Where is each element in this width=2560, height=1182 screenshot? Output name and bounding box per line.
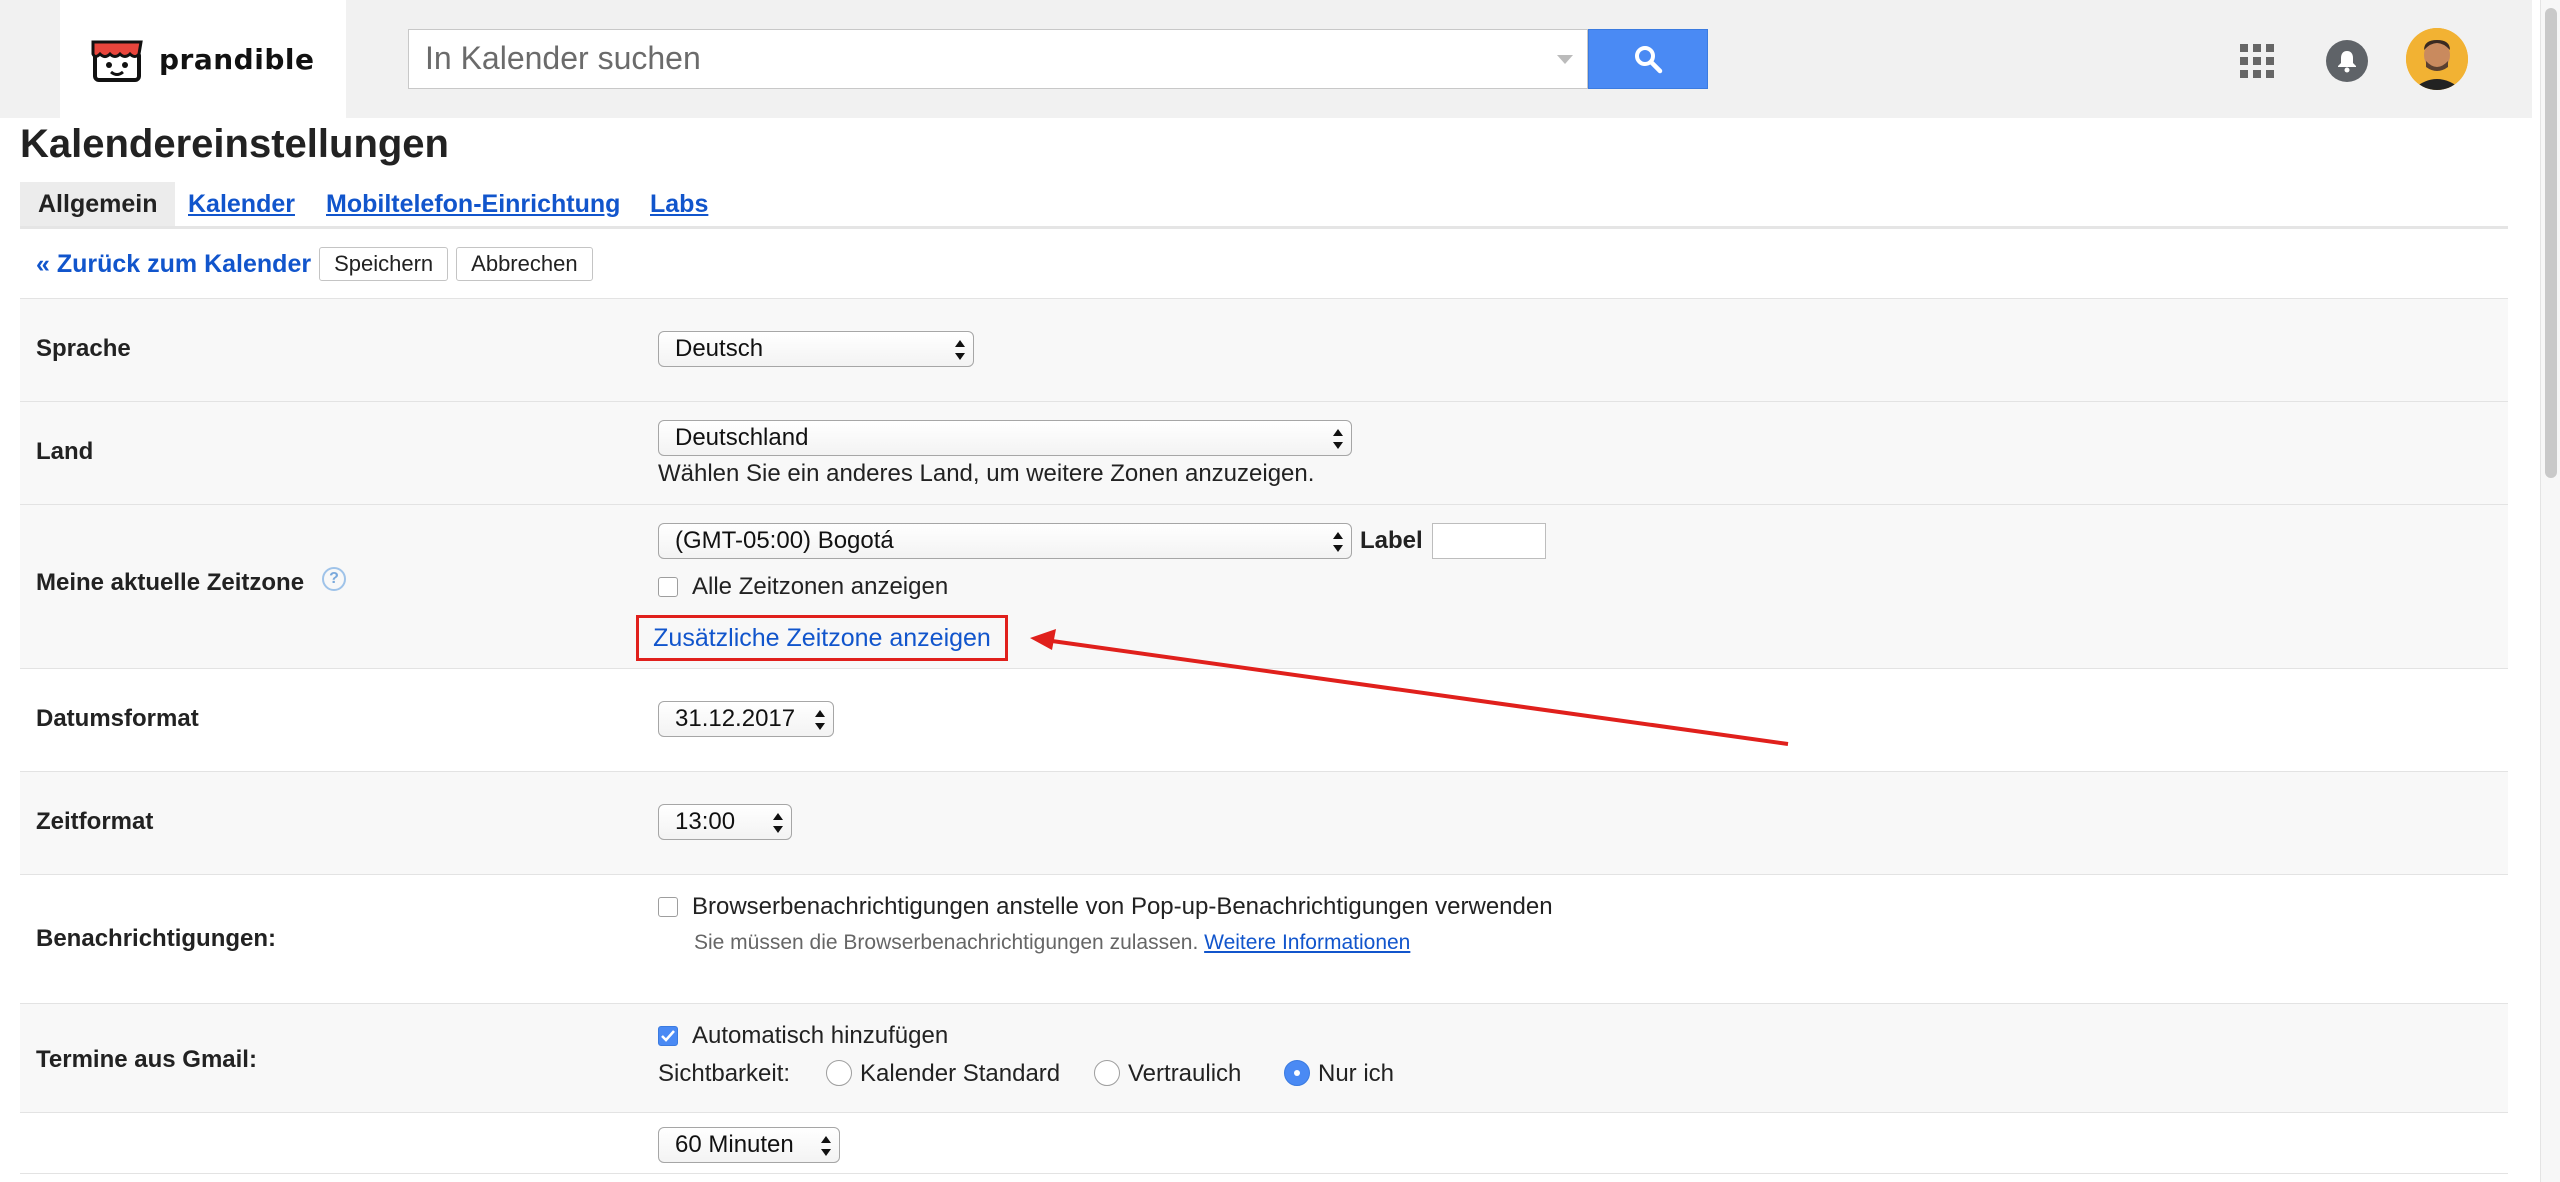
browser-notifications-label: Browserbenachrichtigungen anstelle von P… [692, 893, 1553, 920]
setting-row-time-format: Zeitformat 13:00 [20, 772, 2508, 875]
time-format-select[interactable]: 13:00 [658, 804, 792, 840]
visibility-radio-calendar-default[interactable] [826, 1060, 852, 1086]
back-to-calendar-link[interactable]: « Zurück zum Kalender [36, 250, 311, 279]
time-format-select-value: 13:00 [675, 808, 736, 835]
select-arrows-icon [821, 1136, 831, 1156]
visibility-radio-confidential[interactable] [1094, 1060, 1120, 1086]
search-input[interactable] [409, 30, 1525, 86]
save-button[interactable]: Speichern [319, 247, 449, 281]
visibility-radio-only-me[interactable] [1284, 1060, 1310, 1086]
top-bar: prandible [0, 0, 2532, 118]
visibility-option-label: Nur ich [1318, 1060, 1395, 1087]
show-all-timezones-label: Alle Zeitzonen anzeigen [692, 573, 949, 600]
logo[interactable]: prandible [60, 0, 346, 118]
timezone-select[interactable]: (GMT-05:00) Bogotá [658, 523, 1352, 559]
page-scrollbar[interactable] [2540, 0, 2560, 1182]
language-label: Sprache [36, 335, 131, 362]
tab-mobiltelefon-einrichtung[interactable]: Mobiltelefon-Einrichtung [326, 182, 620, 226]
settings-toolbar: « Zurück zum Kalender Speichern Abbreche… [36, 246, 601, 282]
select-arrows-icon [773, 813, 783, 833]
time-format-label: Zeitformat [36, 808, 154, 835]
timezone-label-field-label: Label [1360, 527, 1423, 554]
country-select[interactable]: Deutschland [658, 420, 1352, 456]
date-format-select[interactable]: 31.12.2017 [658, 701, 834, 737]
setting-row-gmail-events: Termine aus Gmail: Automatisch hinzufüge… [20, 1004, 2508, 1113]
logo-text: prandible [159, 42, 315, 76]
country-hint: Wählen Sie ein anderes Land, um weitere … [658, 460, 1315, 487]
visibility-label: Sichtbarkeit: [658, 1060, 791, 1087]
setting-row-notifications: Benachrichtigungen: Browserbenachrichtig… [20, 875, 2508, 1004]
country-label: Land [36, 438, 94, 465]
apps-grid-icon[interactable] [2240, 44, 2274, 78]
additional-timezone-highlight: Zusätzliche Zeitzone anzeigen [636, 615, 1008, 661]
visibility-option-label: Vertraulich [1128, 1060, 1242, 1087]
tab-labs[interactable]: Labs [650, 182, 708, 226]
browser-notifications-checkbox[interactable] [658, 897, 678, 917]
setting-row-language: Sprache Deutsch [20, 299, 2508, 402]
store-logo-icon [91, 40, 143, 82]
search-icon [1635, 46, 1663, 74]
additional-timezone-link[interactable]: Zusätzliche Zeitzone anzeigen [653, 624, 991, 653]
scrollbar-thumb[interactable] [2545, 8, 2557, 478]
search-button[interactable] [1588, 29, 1708, 89]
language-select-value: Deutsch [675, 335, 764, 362]
date-format-select-value: 31.12.2017 [675, 705, 796, 732]
setting-row-timezone: Meine aktuelle Zeitzone ? (GMT-05:00) Bo… [20, 505, 2508, 669]
setting-row-date-format: Datumsformat 31.12.2017 [20, 669, 2508, 772]
auto-add-checkbox[interactable] [658, 1026, 678, 1046]
notifications-label: Benachrichtigungen: [36, 925, 277, 952]
default-duration-select-value: 60 Minuten [675, 1131, 794, 1158]
settings-tabs: Allgemein Kalender Mobiltelefon-Einricht… [20, 182, 2508, 229]
notifications-bell-icon[interactable] [2326, 40, 2368, 82]
select-arrows-icon [815, 710, 825, 730]
visibility-option-label: Kalender Standard [860, 1060, 1061, 1087]
setting-row-default-duration: 60 Minuten [20, 1113, 2508, 1174]
timezone-label: Meine aktuelle Zeitzone [36, 569, 305, 596]
checkmark-icon [661, 1030, 675, 1042]
cancel-button[interactable]: Abbrechen [456, 247, 593, 281]
help-icon[interactable]: ? [322, 567, 346, 591]
search-options-dropdown-icon[interactable] [1557, 55, 1573, 64]
default-duration-select[interactable]: 60 Minuten [658, 1127, 840, 1163]
gmail-events-label: Termine aus Gmail: [36, 1046, 257, 1073]
more-info-link[interactable]: Weitere Informationen [1204, 931, 1410, 954]
setting-row-country: Land Deutschland Wählen Sie ein anderes … [20, 402, 2508, 505]
select-arrows-icon [955, 340, 965, 360]
search-box [408, 29, 1588, 89]
auto-add-label: Automatisch hinzufügen [692, 1022, 949, 1049]
tab-kalender[interactable]: Kalender [188, 182, 295, 226]
tab-allgemein[interactable]: Allgemein [20, 182, 176, 226]
timezone-select-value: (GMT-05:00) Bogotá [675, 527, 894, 554]
page-title: Kalendereinstellungen [20, 122, 449, 166]
country-select-value: Deutschland [675, 424, 809, 451]
user-avatar[interactable] [2406, 28, 2468, 90]
timezone-label-input[interactable] [1432, 523, 1546, 559]
language-select[interactable]: Deutsch [658, 331, 974, 367]
settings-table: Sprache Deutsch Land Deutschland Wählen … [20, 298, 2508, 1174]
notifications-hint: Sie müssen die Browserbenachrichtigungen… [694, 931, 1410, 955]
show-all-timezones-checkbox[interactable] [658, 577, 678, 597]
notifications-hint-text: Sie müssen die Browserbenachrichtigungen… [694, 931, 1199, 954]
select-arrows-icon [1333, 532, 1343, 552]
date-format-label: Datumsformat [36, 705, 199, 732]
select-arrows-icon [1333, 429, 1343, 449]
